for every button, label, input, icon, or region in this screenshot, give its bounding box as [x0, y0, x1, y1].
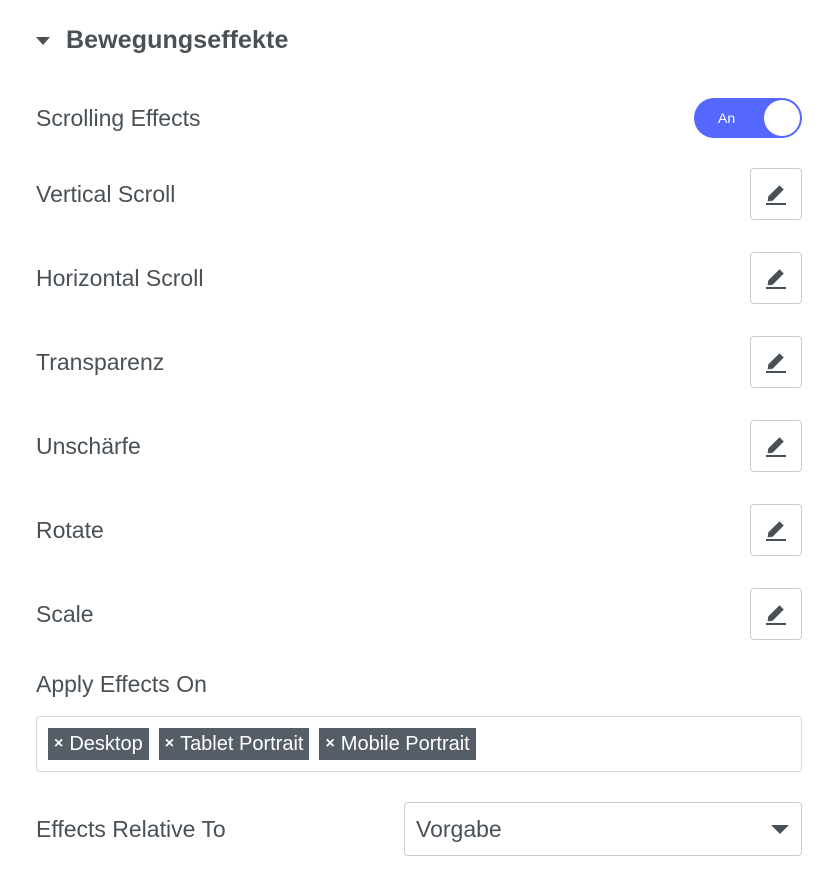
pencil-icon: [766, 185, 786, 205]
scrolling-effects-toggle[interactable]: An: [694, 98, 802, 138]
tag-label: Desktop: [69, 732, 143, 755]
effects-relative-to-select[interactable]: Vorgabe: [404, 802, 802, 856]
effect-row-scale: Scale: [36, 588, 802, 640]
remove-tag-icon[interactable]: ×: [165, 735, 174, 753]
effect-label: Scale: [36, 600, 94, 627]
toggle-knob: [764, 100, 800, 136]
effect-row-horizontal-scroll: Horizontal Scroll: [36, 252, 802, 304]
remove-tag-icon[interactable]: ×: [325, 735, 334, 753]
tag-tablet-portrait: × Tablet Portrait: [158, 728, 310, 760]
effect-row-vertical-scroll: Vertical Scroll: [36, 168, 802, 220]
effect-label: Horizontal Scroll: [36, 264, 204, 291]
effect-row-rotate: Rotate: [36, 504, 802, 556]
chevron-down-icon: [771, 824, 789, 834]
pencil-icon: [766, 521, 786, 541]
apply-effects-multiselect[interactable]: × Desktop × Tablet Portrait × Mobile Por…: [36, 716, 802, 772]
tag-label: Mobile Portrait: [340, 732, 470, 755]
scrolling-effects-label: Scrolling Effects: [36, 104, 201, 131]
tag-label: Tablet Portrait: [180, 732, 304, 755]
pencil-icon: [766, 605, 786, 625]
edit-horizontal-scroll-button[interactable]: [750, 252, 802, 304]
edit-vertical-scroll-button[interactable]: [750, 168, 802, 220]
caret-down-icon: [36, 37, 50, 45]
section-header-bewegungseffekte[interactable]: Bewegungseffekte: [36, 24, 289, 56]
section-title: Bewegungseffekte: [66, 25, 289, 54]
effect-row-transparenz: Transparenz: [36, 336, 802, 388]
effects-relative-to-row: Effects Relative To Vorgabe: [36, 802, 802, 856]
pencil-icon: [766, 437, 786, 457]
effects-relative-to-label: Effects Relative To: [36, 815, 226, 842]
effect-label: Rotate: [36, 516, 104, 543]
apply-effects-label-row: Apply Effects On: [36, 668, 802, 700]
effect-label: Transparenz: [36, 348, 165, 375]
select-value: Vorgabe: [416, 815, 502, 842]
remove-tag-icon[interactable]: ×: [54, 735, 63, 753]
pencil-icon: [766, 269, 786, 289]
effect-label: Unschärfe: [36, 432, 141, 459]
apply-effects-label: Apply Effects On: [36, 670, 207, 697]
scrolling-effects-row: Scrolling Effects An: [36, 98, 802, 138]
edit-unschaerfe-button[interactable]: [750, 420, 802, 472]
toggle-state-text: An: [718, 110, 736, 126]
tag-desktop: × Desktop: [48, 728, 149, 760]
edit-transparenz-button[interactable]: [750, 336, 802, 388]
effect-label: Vertical Scroll: [36, 180, 176, 207]
edit-scale-button[interactable]: [750, 588, 802, 640]
pencil-icon: [766, 353, 786, 373]
tag-mobile-portrait: × Mobile Portrait: [319, 728, 476, 760]
edit-rotate-button[interactable]: [750, 504, 802, 556]
effect-row-unschaerfe: Unschärfe: [36, 420, 802, 472]
